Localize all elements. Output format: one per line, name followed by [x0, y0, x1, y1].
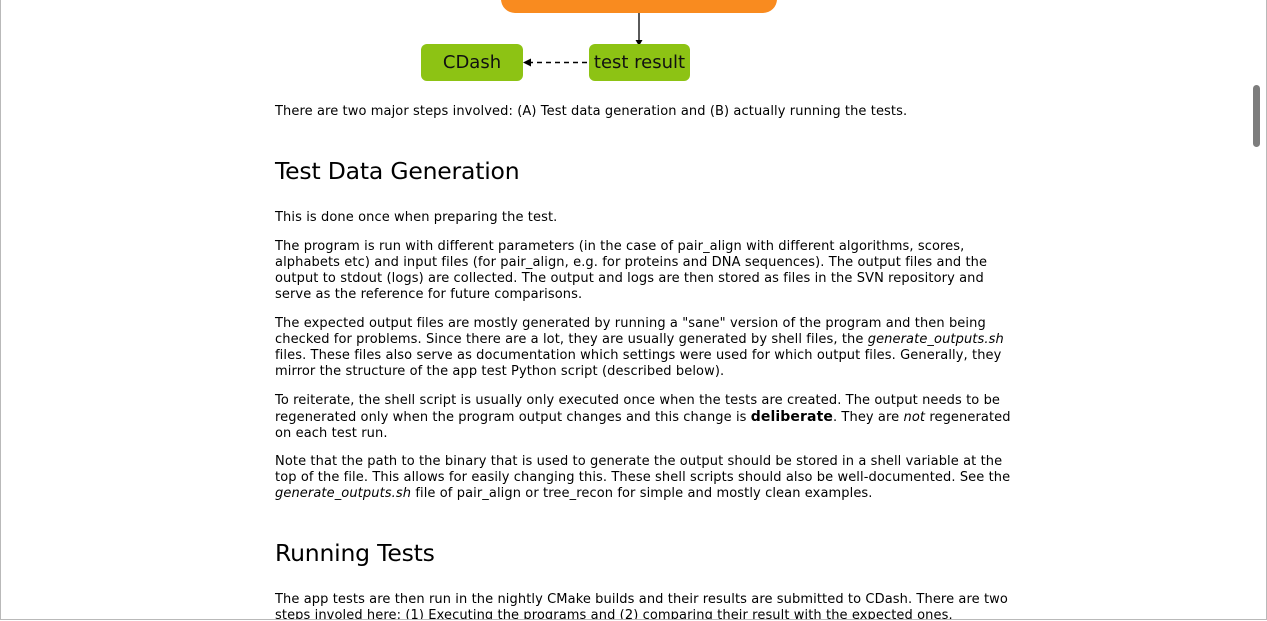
paragraph: This is done once when preparing the tes…: [275, 210, 558, 225]
document-page: CDash test result There are two major st…: [0, 0, 1267, 620]
diagram-cdash-box: CDash: [421, 44, 523, 81]
paragraph: To reiterate, the shell script is usuall…: [275, 393, 1015, 442]
heading-running-tests: Running Tests: [275, 539, 435, 567]
paragraph: The app tests are then run in the nightl…: [275, 592, 1008, 620]
filename-emphasis: generate_outputs.sh: [867, 332, 1004, 347]
text: Note that the path to the binary that is…: [275, 454, 1011, 485]
scrollbar-thumb[interactable]: [1253, 85, 1260, 147]
bold-emphasis: deliberate: [750, 409, 833, 425]
paragraph: The expected output files are mostly gen…: [275, 316, 1015, 380]
text: files. These files also serve as documen…: [275, 348, 1002, 379]
heading-test-data-generation: Test Data Generation: [275, 157, 520, 185]
text: file of pair_align or tree_recon for sim…: [411, 486, 873, 501]
paragraph: The program is run with different parame…: [275, 239, 988, 302]
italic-emphasis: not: [903, 410, 926, 425]
paragraph: Note that the path to the binary that is…: [275, 454, 1015, 502]
intro-paragraph: There are two major steps involved: (A) …: [275, 104, 908, 119]
text: . They are: [832, 410, 904, 425]
diagram-test-result-box: test result: [589, 44, 690, 81]
filename-emphasis: generate_outputs.sh: [275, 486, 412, 501]
